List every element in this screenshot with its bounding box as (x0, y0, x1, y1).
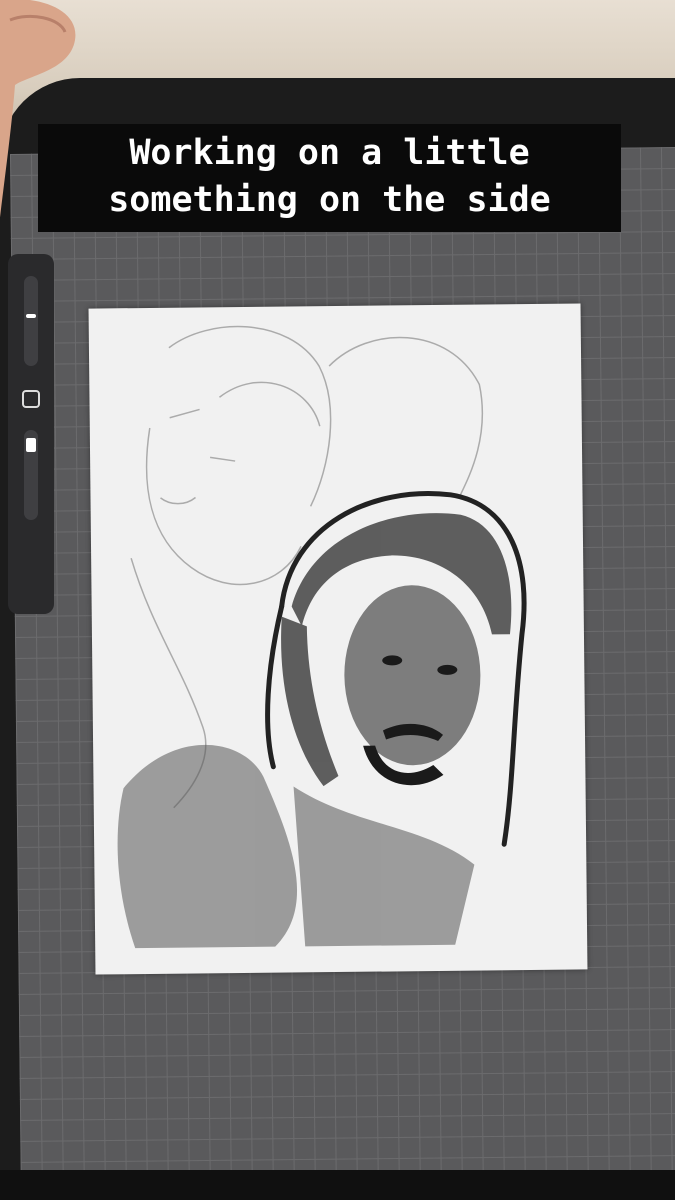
caption-line-2: something on the side (108, 180, 551, 220)
sketch-portrait-icon (117, 325, 527, 949)
modify-square-icon[interactable] (22, 390, 40, 408)
story-caption: Working on a little something on the sid… (38, 124, 621, 232)
drawing-canvas[interactable] (88, 303, 588, 975)
opacity-knob[interactable] (26, 438, 36, 452)
caption-line-1: Working on a little (129, 133, 530, 173)
tablet-bezel-bottom (0, 1170, 675, 1200)
opacity-slider-icon[interactable] (24, 430, 38, 520)
